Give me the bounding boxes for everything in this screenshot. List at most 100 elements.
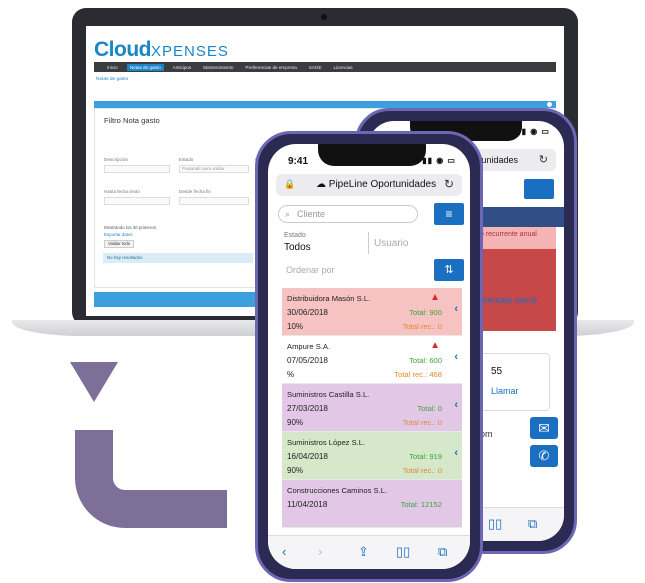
item-total: Total: 919 bbox=[409, 452, 442, 461]
breadcrumb[interactable]: Notas de gasto bbox=[96, 77, 128, 82]
front-address-bar[interactable]: 🔒 ☁ PipeLine Oportunidades ↻ bbox=[276, 174, 462, 196]
back-red-panel bbox=[476, 249, 556, 331]
contact-card: 55 Llamar bbox=[476, 353, 550, 411]
llamar-link[interactable]: Llamar bbox=[491, 386, 519, 396]
status-time: 9:41 bbox=[288, 156, 309, 167]
item-total-rec: Total rec.: 0 bbox=[402, 322, 442, 331]
item-name: Distribuidora Masón S.L. bbox=[287, 294, 371, 303]
nav-mantenimiento[interactable]: Mantenimiento bbox=[200, 64, 236, 71]
item-date: 11/04/2018 bbox=[287, 500, 328, 509]
search-icon: ⌕ bbox=[285, 209, 291, 219]
item-percent: 10% bbox=[287, 322, 304, 331]
sort-button[interactable]: ⇅ bbox=[434, 259, 464, 281]
phone-icon[interactable]: ✆ bbox=[530, 445, 558, 467]
back-address-text: unidades bbox=[481, 155, 518, 165]
list-item[interactable]: Suministros Castilla S.L. 27/03/2018 90%… bbox=[282, 384, 462, 432]
chevron-left-icon[interactable]: ‹ bbox=[454, 303, 458, 315]
item-percent: % bbox=[287, 370, 295, 379]
search-placeholder: Cliente bbox=[297, 209, 326, 219]
laptop-camera bbox=[321, 14, 327, 20]
chevron-left-icon[interactable]: ‹ bbox=[454, 447, 458, 459]
descripcion-input[interactable] bbox=[104, 165, 170, 173]
front-browser-toolbar: ‹ › ⇪ ▯▯ ⧉ bbox=[268, 535, 470, 569]
hasta-fecha-input[interactable] bbox=[104, 197, 170, 205]
tabs-icon[interactable]: ⧉ bbox=[528, 516, 537, 532]
tabs-icon[interactable]: ⧉ bbox=[438, 544, 447, 560]
item-name: Suministros Castilla S.L. bbox=[287, 390, 370, 399]
item-total-rec: Total rec.: 0 bbox=[402, 466, 442, 475]
panel-toggle-icon[interactable] bbox=[547, 102, 552, 107]
filter-button[interactable]: ≡ bbox=[434, 203, 464, 225]
list-item[interactable]: Distribuidora Masón S.L. 30/06/2018 10% … bbox=[282, 288, 462, 336]
opportunity-list: Distribuidora Masón S.L. 30/06/2018 10% … bbox=[282, 288, 462, 528]
front-phone-screen: 9:41 ▮▮ ◉ ▭ 🔒 ☁ PipeLine Oportunidades ↻… bbox=[268, 144, 470, 569]
item-date: 16/04/2018 bbox=[287, 452, 328, 461]
status-icons: ▮▮ ◉ ▭ bbox=[422, 156, 456, 165]
estado-select[interactable]: Preparado para validar bbox=[179, 165, 249, 173]
status-icons: ▮▮ ◉ ▭ bbox=[516, 127, 550, 136]
item-total-rec: Total rec.: 468 bbox=[394, 370, 442, 379]
nav-licencias[interactable]: Licencias bbox=[331, 64, 356, 71]
item-total-rec: Total rec.: 0 bbox=[402, 418, 442, 427]
mail-icon[interactable]: ✉ bbox=[530, 417, 558, 439]
item-name: Suministros López S.L. bbox=[287, 438, 366, 447]
filter-icon[interactable] bbox=[524, 179, 554, 199]
field-divider bbox=[368, 232, 369, 254]
reload-icon[interactable]: ↻ bbox=[539, 153, 548, 166]
estado-label: Estado bbox=[284, 232, 306, 239]
item-name: Ampure S.A. bbox=[287, 342, 331, 351]
label-hasta-fecha: Hasta fecha texto bbox=[104, 189, 140, 194]
sort-icon: ⇅ bbox=[444, 264, 454, 276]
contact-number: 55 bbox=[491, 366, 503, 377]
desde-fecha-input[interactable] bbox=[179, 197, 249, 205]
warning-icon: ▲ bbox=[430, 292, 440, 303]
item-total: Total: 600 bbox=[409, 356, 442, 365]
nav-preferencias[interactable]: Preferencias de empresa bbox=[242, 64, 299, 71]
item-date: 07/05/2018 bbox=[287, 356, 328, 365]
item-date: 30/06/2018 bbox=[287, 308, 328, 317]
panel-header-bar bbox=[94, 101, 556, 108]
item-total: Total: 12152 bbox=[400, 500, 442, 509]
estado-select[interactable]: Todos bbox=[284, 242, 311, 253]
bookmarks-icon[interactable]: ▯▯ bbox=[396, 544, 410, 560]
reload-icon[interactable]: ↻ bbox=[444, 177, 454, 191]
nav-notas-de-gasto[interactable]: Notas de gasto bbox=[126, 63, 164, 71]
arrow-tail bbox=[185, 490, 227, 528]
share-icon[interactable]: ⇪ bbox=[358, 544, 369, 560]
validar-todo-button[interactable]: Validar todo bbox=[104, 240, 135, 248]
chevron-left-icon[interactable]: ‹ bbox=[454, 399, 458, 411]
back-dark-bar bbox=[476, 207, 564, 227]
panel-title: Filtro Nota gasto bbox=[104, 116, 160, 125]
label-descripcion: Descripción bbox=[104, 157, 128, 162]
cloudxpenses-logo[interactable]: CloudXPENSES bbox=[94, 38, 229, 62]
arrow-up-icon bbox=[70, 362, 118, 402]
bookmarks-icon[interactable]: ▯▯ bbox=[488, 516, 502, 532]
list-item[interactable]: Ampure S.A. 07/05/2018 % Total: 600 Tota… bbox=[282, 336, 462, 384]
back-red-header: o recurrente anual bbox=[476, 227, 556, 249]
exportar-link[interactable]: Exportar datos bbox=[104, 232, 133, 237]
ordenar-select[interactable]: Ordenar por bbox=[286, 265, 335, 275]
no-results-alert: No hay resultados bbox=[103, 253, 253, 263]
front-phone: 9:41 ▮▮ ◉ ▭ 🔒 ☁ PipeLine Oportunidades ↻… bbox=[255, 131, 483, 582]
search-input[interactable]: ⌕ Cliente bbox=[278, 205, 418, 223]
lock-icon: 🔒 bbox=[284, 179, 296, 189]
list-item[interactable]: Construcciones Caminos S.L. 11/04/2018 T… bbox=[282, 480, 462, 528]
forward-arrow-icon[interactable]: › bbox=[318, 544, 322, 559]
main-nav: Inicio Notas de gasto Anticipos Mantenim… bbox=[94, 62, 556, 72]
item-percent: 90% bbox=[287, 466, 304, 475]
porcentaje-link[interactable]: rcentaje cierre bbox=[480, 295, 537, 305]
arrow-curve bbox=[75, 430, 195, 528]
item-date: 27/03/2018 bbox=[287, 404, 328, 413]
nav-sage[interactable]: SAGE bbox=[306, 64, 325, 71]
warning-icon: ▲ bbox=[430, 340, 440, 351]
list-item[interactable]: Suministros López S.L. 16/04/2018 90% To… bbox=[282, 432, 462, 480]
item-total: Total: 0 bbox=[417, 404, 442, 413]
usuario-select[interactable]: Usuario bbox=[374, 238, 408, 249]
nav-inicio[interactable]: Inicio bbox=[104, 64, 121, 71]
back-arrow-icon[interactable]: ‹ bbox=[282, 544, 286, 559]
label-desde-fecha: Desde fecha fin bbox=[179, 189, 211, 194]
nav-anticipos[interactable]: Anticipos bbox=[170, 64, 195, 71]
filter-icon: ≡ bbox=[445, 207, 453, 221]
label-estado: Estado bbox=[179, 157, 194, 162]
chevron-left-icon[interactable]: ‹ bbox=[454, 351, 458, 363]
